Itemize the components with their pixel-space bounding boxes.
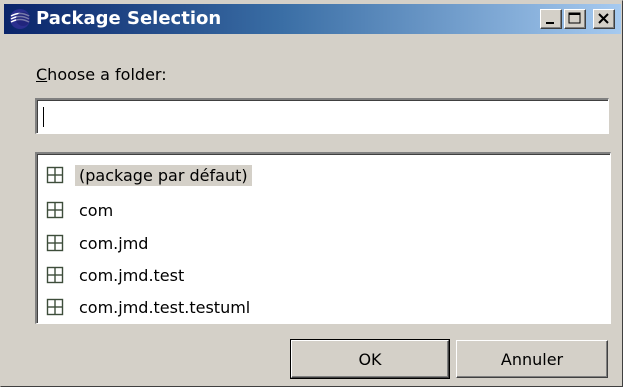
package-label: com.jmd.test xyxy=(79,265,185,285)
package-label: com xyxy=(79,200,114,220)
package-list[interactable]: (package par défaut) com com.jmd com.jmd… xyxy=(35,152,611,324)
folder-label-text: hoose a folder: xyxy=(47,65,167,84)
package-label: com.jmd xyxy=(79,233,149,253)
package-label: com.jmd.test.testuml xyxy=(79,297,251,317)
package-icon xyxy=(46,166,64,184)
list-item[interactable]: com.jmd.test.testuml xyxy=(45,294,254,320)
package-icon xyxy=(46,266,64,284)
maximize-button[interactable] xyxy=(564,9,586,29)
list-item[interactable]: (package par défaut) xyxy=(45,162,252,188)
package-label: (package par défaut) xyxy=(75,164,252,186)
package-selection-dialog: Package Selection Choose a folder: (pack… xyxy=(0,0,623,387)
cancel-button[interactable]: Annuler xyxy=(456,340,608,378)
minimize-button[interactable] xyxy=(540,9,562,29)
minimize-icon xyxy=(546,22,554,24)
maximize-icon xyxy=(568,12,581,24)
eclipse-icon xyxy=(9,8,31,30)
title-bar[interactable]: Package Selection xyxy=(4,4,621,34)
package-icon xyxy=(46,201,64,219)
list-item[interactable]: com xyxy=(45,197,117,223)
list-item[interactable]: com.jmd xyxy=(45,230,152,256)
close-icon xyxy=(598,13,609,24)
list-item[interactable]: com.jmd.test xyxy=(45,262,188,288)
folder-label: Choose a folder: xyxy=(36,65,167,84)
package-icon xyxy=(46,234,64,252)
package-icon xyxy=(46,298,64,316)
folder-input[interactable] xyxy=(35,98,609,134)
window-title: Package Selection xyxy=(36,8,222,29)
text-caret xyxy=(43,107,44,127)
close-button[interactable] xyxy=(593,9,615,29)
ok-button[interactable]: OK xyxy=(290,339,450,379)
folder-label-accelerator: C xyxy=(36,65,48,84)
